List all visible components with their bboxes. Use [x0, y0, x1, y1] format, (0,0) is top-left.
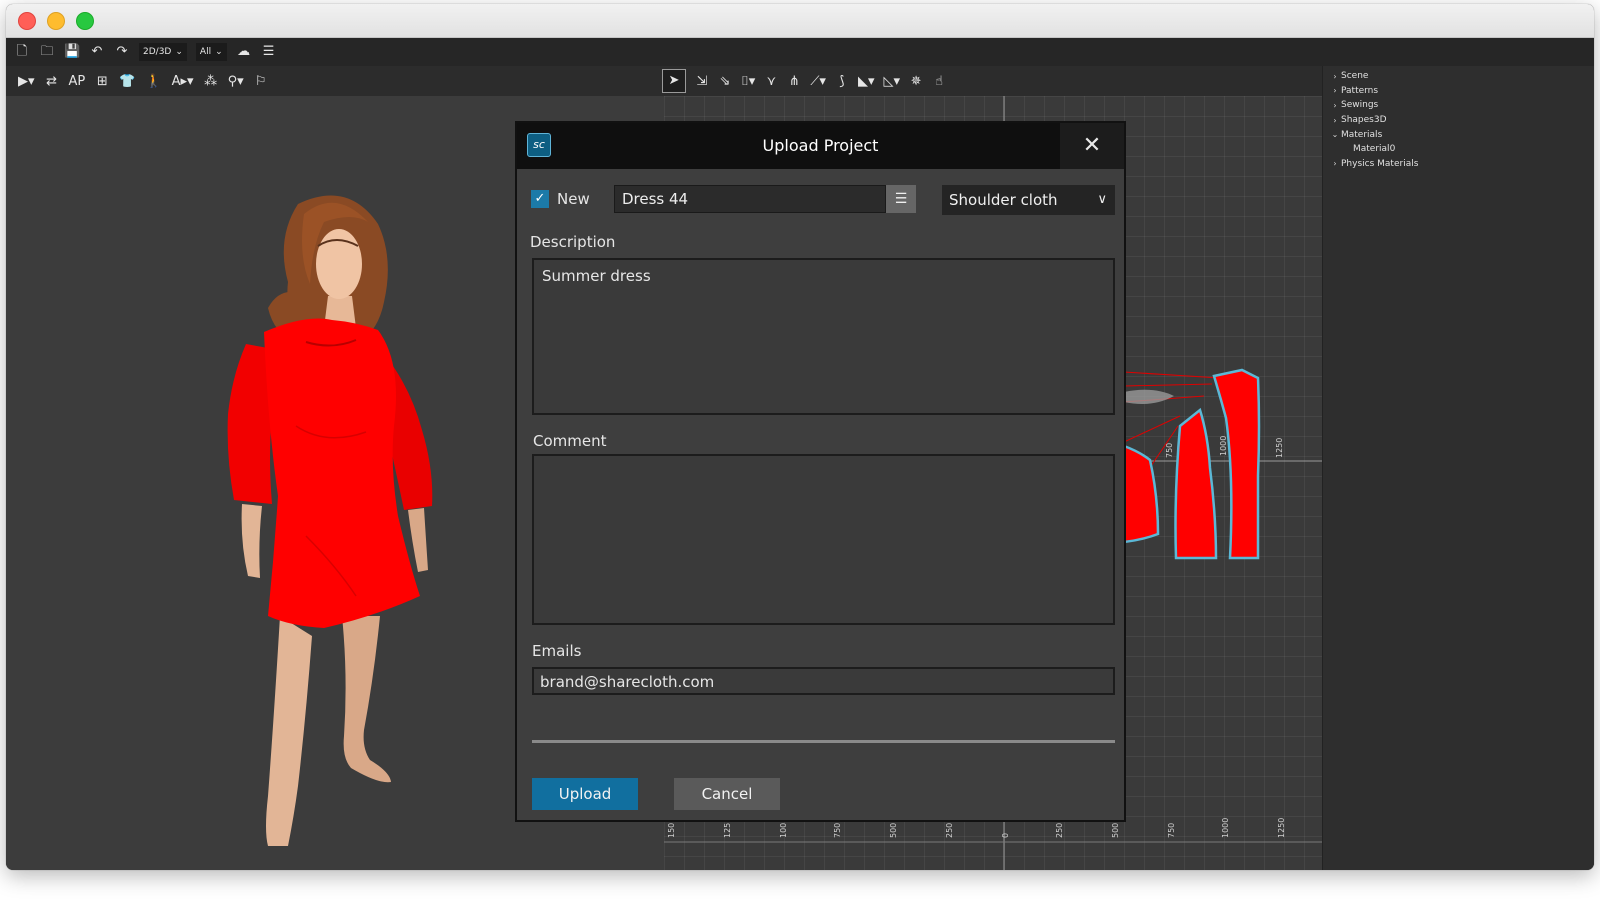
cancel-button[interactable]: Cancel — [674, 778, 780, 810]
avatar-pose-icon[interactable]: 🚶 — [145, 74, 161, 89]
comment-textarea[interactable] — [532, 454, 1115, 625]
animation-icon[interactable]: A▸▾ — [172, 74, 194, 89]
tree-item-physics-materials[interactable]: › Physics Materials — [1329, 157, 1594, 172]
ruler-tick: 1250 — [1277, 818, 1286, 838]
minimize-window-button[interactable] — [47, 12, 65, 30]
new-checkbox[interactable]: ✓ — [531, 190, 549, 208]
ruler-tick: 500 — [1111, 823, 1120, 838]
particles-icon[interactable]: ⁂ — [204, 74, 218, 89]
emails-label: Emails — [532, 642, 582, 660]
pattern-tool-icon[interactable]: ◺▾ — [884, 74, 901, 89]
maximize-window-button[interactable] — [76, 12, 94, 30]
title-bar — [6, 4, 1594, 38]
tree-item-label: Shapes3D — [1341, 115, 1387, 126]
tree-item-label: Materials — [1341, 129, 1383, 140]
dialog-title-bar: sc Upload Project ✕ — [517, 123, 1124, 169]
dialog-title: Upload Project — [762, 136, 879, 155]
rectangle-tool-icon[interactable]: ⌷▾ — [741, 74, 755, 89]
auto-place-icon[interactable]: AP — [69, 74, 86, 89]
garment-icon[interactable]: 👕 — [119, 74, 135, 89]
upload-project-dialog: sc Upload Project ✕ ✓ New Dress 44 ☰ Sho… — [515, 121, 1126, 822]
upload-button[interactable]: Upload — [532, 778, 638, 810]
ruler-tick: 750 — [833, 823, 842, 838]
tree-item-materials[interactable]: ⌄ Materials — [1329, 127, 1594, 142]
cloud-sync-icon[interactable]: ☁ — [236, 44, 252, 60]
pattern-tick-1250: 1250 — [1275, 438, 1284, 458]
pin-tool-icon[interactable]: ☝ — [932, 74, 946, 89]
chevron-right-icon[interactable]: › — [1329, 86, 1341, 95]
scene-tree-panel: › Scene › Patterns › Sewings › Shapes3D … — [1322, 66, 1594, 870]
fold-tool-icon[interactable]: ◣▾ — [858, 74, 875, 89]
pattern-tick-1000: 1000 — [1219, 436, 1228, 456]
tree-item-label: Patterns — [1341, 85, 1379, 96]
view-mode-value: 2D/3D — [143, 47, 172, 57]
emails-input[interactable]: brand@sharecloth.com — [532, 667, 1115, 695]
tree-item-label: Sewings — [1341, 100, 1379, 111]
fabric-grid-icon[interactable]: ⊞ — [95, 74, 109, 89]
chevron-down-icon: ∨ — [1097, 192, 1107, 207]
ruler-tick: 0 — [1001, 833, 1010, 838]
redo-icon[interactable]: ↷ — [114, 44, 130, 60]
category-value: Shoulder cloth — [949, 191, 1058, 209]
project-list-button[interactable]: ☰ — [886, 185, 916, 213]
transform-tool-icon[interactable]: ⇲ — [695, 74, 709, 89]
ruler-tick: 125 — [723, 823, 732, 838]
list-menu-icon[interactable]: ☰ — [261, 44, 277, 60]
chevron-right-icon[interactable]: › — [1329, 159, 1341, 168]
comment-label: Comment — [533, 432, 607, 450]
ruler-tick: 500 — [889, 823, 898, 838]
select-tool-icon[interactable]: ➤ — [662, 69, 686, 93]
play-simulation-icon[interactable]: ▶▾ — [18, 74, 35, 89]
category-select[interactable]: Shoulder cloth ∨ — [942, 185, 1115, 215]
new-label: New — [557, 190, 590, 208]
tree-item-patterns[interactable]: › Patterns — [1329, 84, 1594, 99]
pattern-tick-750: 750 — [1165, 443, 1174, 458]
chevron-down-icon: ⌄ — [215, 47, 223, 57]
tree-item-label: Material0 — [1353, 144, 1396, 155]
close-dialog-button[interactable]: ✕ — [1060, 123, 1124, 169]
ruler-tick: 750 — [1167, 823, 1176, 838]
mirror-tool-icon[interactable]: ⋔ — [787, 74, 801, 89]
description-label: Description — [530, 233, 616, 251]
chevron-right-icon[interactable]: › — [1329, 116, 1341, 125]
project-name-input[interactable]: Dress 44 — [614, 185, 886, 213]
save-icon[interactable]: 💾 — [64, 44, 80, 60]
ruler-tick: 250 — [1055, 823, 1064, 838]
edit-points-icon[interactable]: ⇘ — [718, 74, 732, 89]
chevron-down-icon[interactable]: ⌄ — [1329, 130, 1341, 139]
free-sewing-icon[interactable]: ⟆ — [835, 74, 849, 89]
avatar-measure-icon[interactable]: ⚲▾ — [228, 74, 244, 89]
undo-icon[interactable]: ↶ — [89, 44, 105, 60]
tools-toolbar: ▶▾ ⇄ AP ⊞ 👕 🚶 A▸▾ ⁂ ⚲▾ ⚐ ➤ ⇲ ⇘ ⌷▾ ⋎ ⋔ ⟋▾… — [6, 66, 1322, 96]
view-mode-select[interactable]: 2D/3D ⌄ — [139, 43, 187, 61]
ruler-tick: 150 — [667, 823, 676, 838]
tree-item-shapes3d[interactable]: › Shapes3D — [1329, 113, 1594, 128]
wind-icon[interactable]: ⚐ — [254, 74, 268, 89]
filter-value: All — [199, 47, 212, 57]
main-toolbar: 🗋 🗀 💾 ↶ ↷ 2D/3D ⌄ All ⌄ ☁ ☰ — [6, 38, 1594, 66]
tree-item-sewings[interactable]: › Sewings — [1329, 98, 1594, 113]
tree-item-label: Physics Materials — [1341, 158, 1419, 169]
new-file-icon[interactable]: 🗋 — [14, 44, 30, 60]
chevron-right-icon[interactable]: › — [1329, 101, 1341, 110]
swap-icon[interactable]: ⇄ — [45, 74, 59, 89]
chevron-down-icon: ⌄ — [175, 47, 183, 57]
ruler-tick: 250 — [945, 823, 954, 838]
settings-star-icon[interactable]: ✵ — [909, 74, 923, 89]
open-folder-icon[interactable]: 🗀 — [39, 44, 55, 60]
chevron-right-icon[interactable]: › — [1329, 72, 1341, 81]
tree-item-material0[interactable]: Material0 — [1329, 142, 1594, 157]
ruler-tick: 100 — [779, 823, 788, 838]
filter-select[interactable]: All ⌄ — [195, 43, 227, 61]
sewing-tool-icon[interactable]: ⟋▾ — [810, 74, 826, 89]
close-window-button[interactable] — [18, 12, 36, 30]
tree-item-label: Scene — [1341, 71, 1369, 82]
description-textarea[interactable]: Summer dress — [532, 258, 1115, 415]
list-icon: ☰ — [894, 191, 908, 207]
tree-item-scene[interactable]: › Scene — [1329, 69, 1594, 84]
upload-progress-bar — [532, 740, 1115, 743]
ruler-tick: 1000 — [1221, 818, 1230, 838]
dart-tool-icon[interactable]: ⋎ — [764, 74, 778, 89]
